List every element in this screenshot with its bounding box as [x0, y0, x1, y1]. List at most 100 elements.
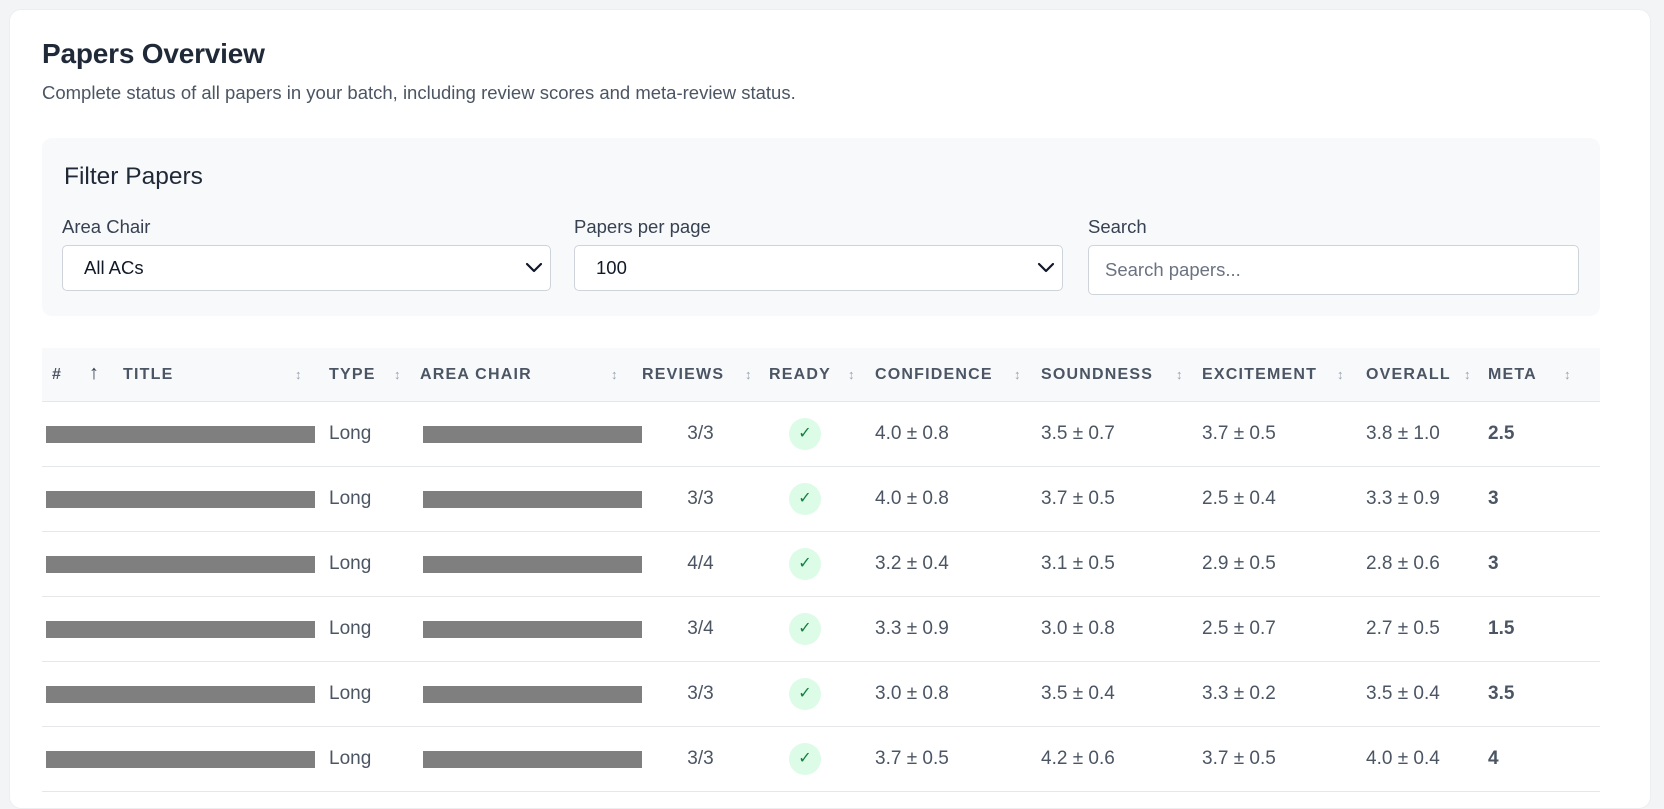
sort-arrows-icon: ↕	[848, 367, 855, 382]
excitement-cell: 3.7 ± 0.5	[1202, 747, 1276, 769]
chevron-down-icon	[1037, 262, 1055, 273]
ready-cell: ✓	[767, 531, 872, 596]
column-header-type[interactable]: TYPE ↕	[326, 348, 420, 401]
soundness-cell: 4.2 ± 0.6	[1041, 747, 1115, 769]
confidence-cell: 3.7 ± 0.5	[875, 747, 949, 769]
title-cell[interactable]	[42, 661, 326, 726]
excitement-cell: 3.7 ± 0.5	[1202, 422, 1276, 444]
soundness-cell: 3.1 ± 0.5	[1041, 552, 1115, 574]
excitement-cell: 3.3 ± 0.2	[1202, 682, 1276, 704]
type-cell: Long	[329, 487, 372, 509]
title-cell[interactable]	[42, 726, 326, 791]
ready-cell: ✓	[767, 466, 872, 531]
per-page-select-value: 100	[596, 257, 627, 278]
column-header-ready[interactable]: READY ↕	[767, 348, 872, 401]
title-cell[interactable]	[42, 401, 326, 466]
ready-cell: ✓	[767, 726, 872, 791]
overall-cell: 2.8 ± 0.6	[1366, 552, 1440, 574]
redacted-title	[46, 490, 315, 508]
table-header-row: # ↑ TITLE ↕ TYPE ↕ AREA CHAIR ↕ REVIEWS …	[42, 348, 1600, 401]
checkmark-icon: ✓	[789, 547, 821, 580]
column-header-confidence[interactable]: CONFIDENCE ↕	[872, 348, 1038, 401]
meta-cell: 3.5	[1488, 682, 1515, 704]
sort-ascending-icon: ↑	[89, 362, 101, 384]
table-row: Long 3/3 ✓ 4.0 ± 0.8 3.5 ± 0.7 3.7 ± 0.5…	[42, 401, 1600, 466]
redacted-area-chair	[423, 620, 642, 638]
area-chair-select[interactable]: All ACs	[62, 245, 551, 291]
title-cell[interactable]	[42, 531, 326, 596]
sort-arrows-icon: ↕	[1337, 367, 1344, 382]
page-subtitle: Complete status of all papers in your ba…	[42, 82, 796, 103]
column-header-sort-direction[interactable]: ↑	[74, 348, 115, 401]
title-cell[interactable]	[42, 596, 326, 661]
filter-panel: Filter Papers Area Chair All ACs Papers …	[42, 138, 1600, 316]
excitement-cell: 2.9 ± 0.5	[1202, 552, 1276, 574]
redacted-title	[46, 620, 315, 638]
column-header-meta[interactable]: META ↕	[1488, 348, 1600, 401]
page-title: Papers Overview	[42, 38, 265, 69]
overall-cell: 3.5 ± 0.4	[1366, 682, 1440, 704]
area-chair-cell	[420, 661, 642, 726]
reviews-cell: 3/3	[687, 682, 714, 704]
confidence-cell: 3.3 ± 0.9	[875, 617, 949, 639]
sort-arrows-icon: ↕	[1014, 367, 1021, 382]
soundness-cell: 3.5 ± 0.7	[1041, 422, 1115, 444]
column-header-reviews[interactable]: REVIEWS ↕	[642, 348, 767, 401]
title-cell[interactable]	[42, 466, 326, 531]
area-chair-cell	[420, 531, 642, 596]
area-chair-cell	[420, 466, 642, 531]
type-cell: Long	[329, 422, 372, 444]
overall-cell: 3.3 ± 0.9	[1366, 487, 1440, 509]
table-row: Long 3/4 ✓ 3.3 ± 0.9 3.0 ± 0.8 2.5 ± 0.7…	[42, 596, 1600, 661]
redacted-title	[46, 425, 315, 443]
redacted-title	[46, 750, 315, 768]
redacted-area-chair	[423, 685, 642, 703]
table-row: Long 4/4 ✓ 3.2 ± 0.4 3.1 ± 0.5 2.9 ± 0.5…	[42, 531, 1600, 596]
confidence-cell: 3.2 ± 0.4	[875, 552, 949, 574]
overall-cell: 3.8 ± 1.0	[1366, 422, 1440, 444]
meta-cell: 4	[1488, 747, 1499, 769]
papers-overview-card: Papers Overview Complete status of all p…	[9, 9, 1651, 809]
confidence-cell: 3.0 ± 0.8	[875, 682, 949, 704]
reviews-cell: 3/4	[687, 617, 714, 639]
sort-arrows-icon: ↕	[745, 367, 752, 382]
redacted-area-chair	[423, 750, 642, 768]
excitement-cell: 2.5 ± 0.7	[1202, 617, 1276, 639]
column-header-soundness[interactable]: SOUNDNESS ↕	[1038, 348, 1199, 401]
redacted-area-chair	[423, 425, 642, 443]
area-chair-cell	[420, 596, 642, 661]
checkmark-icon: ✓	[789, 677, 821, 710]
search-input[interactable]	[1088, 245, 1579, 295]
reviews-cell: 3/3	[687, 487, 714, 509]
meta-cell: 3	[1488, 487, 1499, 509]
excitement-cell: 2.5 ± 0.4	[1202, 487, 1276, 509]
redacted-title	[46, 685, 315, 703]
column-header-overall[interactable]: OVERALL ↕	[1362, 348, 1492, 401]
column-header-number: #	[52, 366, 63, 383]
per-page-select[interactable]: 100	[574, 245, 1063, 291]
per-page-label: Papers per page	[574, 216, 711, 237]
meta-cell: 2.5	[1488, 422, 1515, 444]
chevron-down-icon	[525, 262, 543, 273]
column-header-excitement[interactable]: EXCITEMENT ↕	[1199, 348, 1362, 401]
area-chair-select-value: All ACs	[84, 257, 144, 278]
reviews-cell: 3/3	[687, 747, 714, 769]
type-cell: Long	[329, 617, 372, 639]
meta-cell: 3	[1488, 552, 1499, 574]
overall-cell: 2.7 ± 0.5	[1366, 617, 1440, 639]
soundness-cell: 3.7 ± 0.5	[1041, 487, 1115, 509]
type-cell: Long	[329, 552, 372, 574]
table-body: Long 3/3 ✓ 4.0 ± 0.8 3.5 ± 0.7 3.7 ± 0.5…	[42, 401, 1600, 791]
reviews-cell: 4/4	[687, 552, 714, 574]
confidence-cell: 4.0 ± 0.8	[875, 422, 949, 444]
checkmark-icon: ✓	[789, 417, 821, 450]
sort-arrows-icon: ↕	[1464, 367, 1471, 382]
column-header-title[interactable]: TITLE ↕	[115, 348, 326, 401]
column-header-area-chair[interactable]: AREA CHAIR ↕	[420, 348, 642, 401]
sort-arrows-icon: ↕	[394, 367, 401, 382]
redacted-area-chair	[423, 490, 642, 508]
soundness-cell: 3.5 ± 0.4	[1041, 682, 1115, 704]
search-label: Search	[1088, 216, 1147, 237]
meta-cell: 1.5	[1488, 617, 1515, 639]
ready-cell: ✓	[767, 596, 872, 661]
